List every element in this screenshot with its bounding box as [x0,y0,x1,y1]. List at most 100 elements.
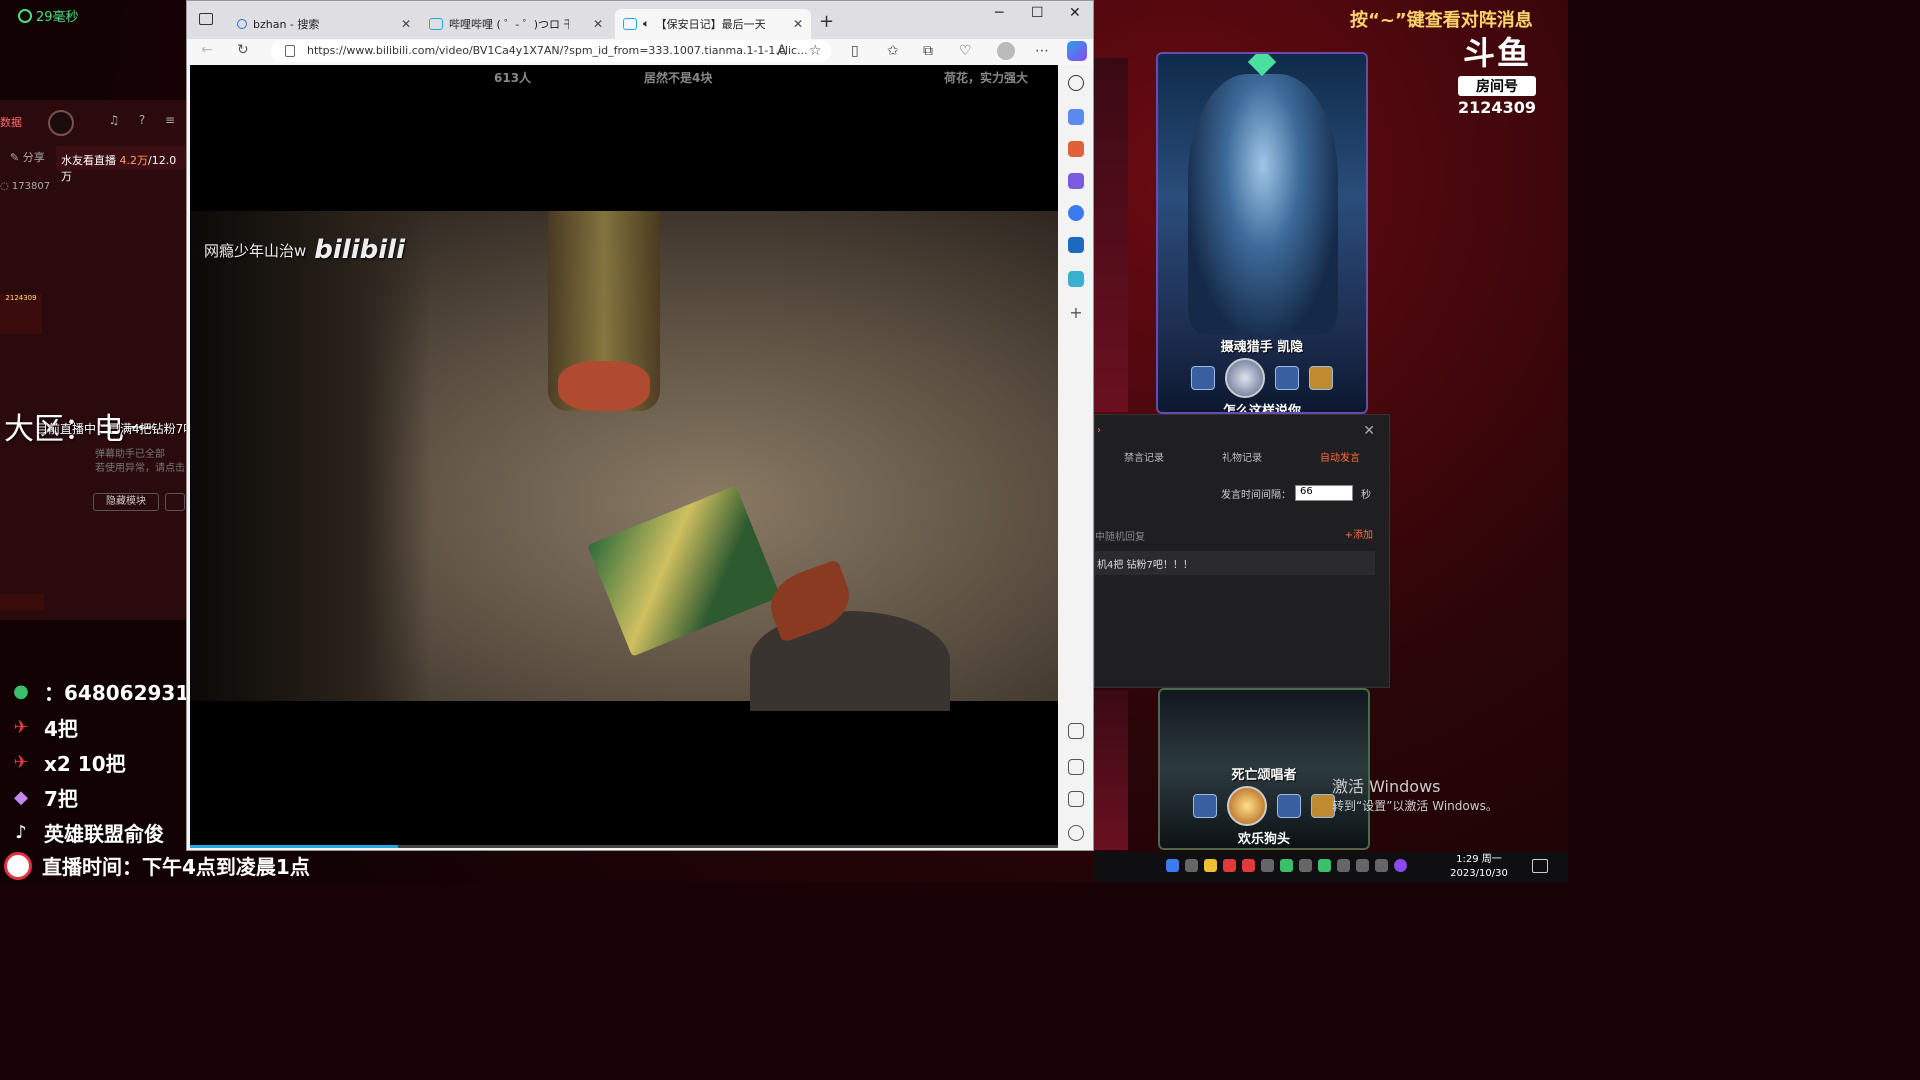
split-screen-icon[interactable]: ▯ [851,43,859,59]
extensions-icon[interactable]: ♡ [959,43,972,59]
share-label: 分享 [22,151,45,164]
data-tab[interactable]: 数据 [0,114,22,130]
cigarette-pack [587,485,781,657]
room-label: 房间号 [1458,76,1536,96]
champion-name: 摄魂猎手 凯隐 [1220,340,1304,355]
games-icon[interactable] [1068,173,1084,189]
tray-icon[interactable] [1242,859,1255,872]
tools-icon[interactable] [1068,141,1084,157]
profile-icon[interactable] [997,42,1015,60]
stream-time: 直播时间：下午4点到凌晨1点 [4,851,310,880]
tray-icon[interactable] [1375,859,1388,872]
menu-icon[interactable]: ≡ [162,112,178,128]
tray-icon[interactable] [1299,859,1312,872]
settings-icon[interactable] [1068,825,1084,841]
m365-icon[interactable] [1068,205,1084,221]
share-button[interactable]: ✎ 分享 [10,149,45,165]
plane-icon: ✈ [13,751,29,773]
back-arrow-icon[interactable]: › [1097,425,1101,436]
screenshot-icon[interactable] [1068,723,1084,739]
add-icon[interactable]: + [1068,305,1084,321]
progress-fill [190,845,399,848]
minimize-button[interactable]: ─ [995,5,1003,21]
plane-icon: ✈ [13,716,29,738]
collections-icon[interactable]: ⧉ [923,43,933,59]
favorite-star-icon[interactable]: ☆ [809,43,822,59]
fans-highlight: 4.2万 [119,154,149,167]
favorites-icon[interactable]: ✩ [887,43,899,59]
tray-icon[interactable] [1318,859,1331,872]
close-tab-icon[interactable]: ✕ [593,17,603,31]
fans-label: 水友看直播 [61,154,116,167]
close-tab-icon[interactable]: ✕ [401,17,411,31]
info-text: ：648062931 [44,680,190,705]
danmaku-comment: 居然不是4块 [644,71,713,85]
rune-icon [1193,794,1217,818]
drop-icon[interactable] [1068,271,1084,287]
message-row[interactable]: 机4把 钻粉7吧！！！ [1095,551,1375,575]
video-player[interactable]: 613人 居然不是4块 荷花，实力强大 网瘾少年山治w bilibili [190,65,1058,848]
add-button[interactable]: +添加 [1345,526,1373,541]
tab-video[interactable]: 🔈︎ 【保安日记】最后一天上班 ✕ [615,9,811,39]
copilot-icon[interactable] [1067,41,1087,61]
player-portrait [1225,358,1265,398]
speaker-icon[interactable]: 🔈︎ [643,17,650,31]
badge-icon[interactable] [1394,859,1407,872]
video-progress-bar[interactable] [190,845,1058,848]
more-menu-icon[interactable]: ⋯ [1035,43,1049,59]
interval-stepper[interactable]: 66 [1295,485,1353,501]
tray-icon[interactable] [1223,859,1236,872]
tray-icon[interactable] [1280,859,1293,872]
headset-icon[interactable]: ♫ [106,112,122,128]
panel-icons: ♫ ? ≡ [106,112,178,128]
tray-icon[interactable] [1166,859,1179,872]
hide-module-button[interactable]: 隐藏模块 [93,493,159,511]
back-button[interactable]: ← [201,42,213,58]
shopping-icon[interactable] [1068,109,1084,125]
taskbar-clock[interactable]: 1:29 周一 2023/10/30 [1446,853,1512,881]
viewer-count: ◌ 173807 [0,181,51,192]
tab-gift-log[interactable]: 礼物记录 [1193,449,1291,464]
tab-bilibili-home[interactable]: 哔哩哔哩 ( ゜- ゜)つロ 干杯~-bilibili ✕ [421,9,611,39]
close-tab-icon[interactable]: ✕ [793,17,803,31]
browser-window: bzhan - 搜索 ✕ 哔哩哔哩 ( ゜- ゜)つロ 干杯~-bilibili… [186,0,1094,851]
danmaku-comment: 荷花，实力强大 [944,71,1029,85]
activate-windows-watermark: 激活 Windows 转到“设置”以激活 Windows。 [1332,773,1498,814]
tray-icon[interactable] [1356,859,1369,872]
url-input[interactable]: https://www.bilibili.com/video/BV1Ca4y1X… [271,40,831,62]
avatar[interactable] [48,110,74,136]
sidebar-toggle-icon[interactable] [1068,759,1084,775]
help-icon[interactable]: ? [134,112,150,128]
extra-button[interactable] [165,493,185,511]
info-text: x2 10把 [44,751,126,776]
new-tab-button[interactable]: + [819,11,834,32]
volume-icon[interactable] [1185,859,1198,872]
info-text: 7把 [44,786,78,811]
refresh-button[interactable]: ↻ [237,42,249,58]
mic-icon[interactable] [1261,859,1274,872]
close-icon[interactable]: ✕ [1363,423,1375,439]
tab-actions-icon[interactable] [199,13,213,25]
tab-search[interactable]: bzhan - 搜索 ✕ [229,9,419,39]
network-icon[interactable] [1337,859,1350,872]
video-frame: 网瘾少年山治w bilibili [190,211,1058,711]
tab-auto-message[interactable]: 自动发言 [1291,449,1389,464]
rune-icon [1191,366,1215,390]
lock-icon[interactable] [285,45,295,57]
open-external-icon[interactable] [1068,791,1084,807]
clock-icon [4,851,32,880]
bilibili-icon [429,18,443,30]
fans-bar: 水友看直播 4.2万/12.0万 [56,146,186,183]
notification-icon[interactable] [1532,859,1548,873]
close-window-button[interactable]: ✕ [1069,5,1081,21]
search-icon[interactable] [1068,75,1084,91]
info-text: 4把 [44,716,78,741]
champion-art [1188,74,1338,334]
viewer-count-value: 173807 [11,181,51,192]
tray-icon[interactable] [1204,859,1217,872]
read-aloud-icon[interactable]: A [777,43,787,59]
maximize-button[interactable]: ☐ [1031,5,1044,21]
outlook-icon[interactable] [1068,237,1084,253]
rank-crest-icon [1247,54,1277,77]
tab-mute-log[interactable]: 禁言记录 [1095,449,1193,464]
